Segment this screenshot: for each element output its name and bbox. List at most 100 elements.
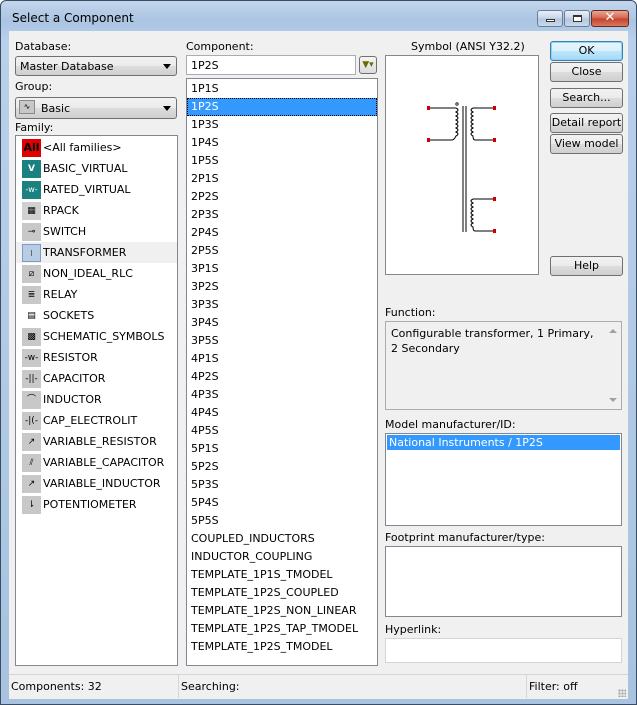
function-textbox[interactable]: Configurable transformer, 1 Primary, 2 S… <box>385 321 622 410</box>
component-item[interactable]: 5P2S <box>187 458 377 476</box>
family-item[interactable]: -|(- CAP_ELECTROLIT <box>16 410 177 431</box>
component-item-label: 1P3S <box>191 118 219 131</box>
family-item[interactable]: ⫽ VARIABLE_CAPACITOR <box>16 452 177 473</box>
component-search-input[interactable]: 1P2S <box>186 55 356 75</box>
switch-icon: ⊸ <box>22 223 41 241</box>
component-item[interactable]: 4P2S <box>187 368 377 386</box>
family-item[interactable]: ⧄ NON_IDEAL_RLC <box>16 263 177 284</box>
component-item[interactable]: TEMPLATE_1P2S_NON_LINEAR <box>187 602 377 620</box>
family-item[interactable]: ▦ RPACK <box>16 200 177 221</box>
hyperlink-field[interactable] <box>385 638 622 663</box>
family-item[interactable]: ⇂ POTENTIOMETER <box>16 494 177 515</box>
filter-button[interactable]: ▼▾ <box>359 56 377 74</box>
family-item[interactable]: -w- RESISTOR <box>16 347 177 368</box>
component-item[interactable]: 1P2S <box>187 98 377 116</box>
component-item[interactable]: 5P3S <box>187 476 377 494</box>
pin-marker <box>427 106 430 110</box>
component-item-label: 5P1S <box>191 442 219 455</box>
component-item-label: 1P1S <box>191 82 219 95</box>
model-list[interactable]: National Instruments / 1P2S <box>385 433 622 526</box>
footprint-list[interactable] <box>385 546 622 617</box>
model-list-item[interactable]: National Instruments / 1P2S <box>387 435 620 450</box>
component-item[interactable]: TEMPLATE_1P2S_TMODEL <box>187 638 377 656</box>
close-window-button[interactable]: ✕ <box>591 10 629 27</box>
component-item[interactable]: 3P1S <box>187 260 377 278</box>
function-scrollbar[interactable] <box>605 322 621 409</box>
component-item[interactable]: TEMPLATE_1P1S_TMODEL <box>187 566 377 584</box>
component-item[interactable]: TEMPLATE_1P2S_TAP_TMODEL <box>187 620 377 638</box>
status-bar: Components: 32 Searching: Filter: off <box>9 674 628 699</box>
pin-marker <box>493 229 496 233</box>
component-item[interactable]: 1P4S <box>187 134 377 152</box>
component-item[interactable]: TEMPLATE_1P2S_COUPLED <box>187 584 377 602</box>
status-searching: Searching: <box>179 675 527 698</box>
component-item[interactable]: 5P4S <box>187 494 377 512</box>
title-bar[interactable]: Select a Component ✕ <box>1 1 636 33</box>
family-item[interactable]: ⌒ INDUCTOR <box>16 389 177 410</box>
component-item[interactable]: 2P4S <box>187 224 377 242</box>
detail-report-button[interactable]: Detail report <box>550 113 623 133</box>
component-item-label: 3P1S <box>191 262 219 275</box>
filter-icon: ▼▾ <box>362 60 374 70</box>
component-item[interactable]: 2P5S <box>187 242 377 260</box>
ok-button[interactable]: OK <box>550 41 623 61</box>
component-item[interactable]: 1P1S <box>187 80 377 98</box>
component-item[interactable]: 1P5S <box>187 152 377 170</box>
component-item[interactable]: 4P3S <box>187 386 377 404</box>
component-item[interactable]: 2P1S <box>187 170 377 188</box>
inductor-icon: ⌒ <box>22 391 41 409</box>
database-label: Database: <box>15 40 72 53</box>
component-item[interactable]: 4P5S <box>187 422 377 440</box>
family-item[interactable]: All <All families> <box>16 137 177 158</box>
component-item[interactable]: 2P3S <box>187 206 377 224</box>
search-button[interactable]: Search... <box>550 88 623 108</box>
sockets-icon: ▤ <box>22 307 41 325</box>
scroll-up-icon[interactable] <box>609 329 617 333</box>
group-select[interactable]: ∿ Basic <box>15 97 177 119</box>
component-item[interactable]: COUPLED_INDUCTORS <box>187 530 377 548</box>
function-text: Configurable transformer, 1 Primary, 2 S… <box>391 327 594 355</box>
component-item-label: TEMPLATE_1P2S_NON_LINEAR <box>191 604 357 617</box>
help-button[interactable]: Help <box>550 256 623 276</box>
family-item[interactable]: ↗ VARIABLE_INDUCTOR <box>16 473 177 494</box>
rpack-icon: ▦ <box>22 202 41 220</box>
database-select[interactable]: Master Database <box>15 56 177 76</box>
component-item[interactable]: 1P3S <box>187 116 377 134</box>
view-model-button[interactable]: View model <box>550 134 623 154</box>
family-item[interactable]: ⧙ TRANSFORMER <box>16 242 177 263</box>
variable-resistor-icon: ↗ <box>22 433 41 451</box>
family-list[interactable]: All <All families> V BASIC_VIRTUAL -w- RATED_… <box>15 135 178 666</box>
family-item[interactable]: ▤ SOCKETS <box>16 305 177 326</box>
component-item-label: 1P5S <box>191 154 219 167</box>
component-item[interactable]: 4P1S <box>187 350 377 368</box>
minimize-button[interactable] <box>537 10 563 27</box>
all-families-icon: All <box>22 139 41 157</box>
component-item[interactable]: INDUCTOR_COUPLING <box>187 548 377 566</box>
component-item[interactable]: 3P2S <box>187 278 377 296</box>
component-item[interactable]: 5P5S <box>187 512 377 530</box>
component-label: Component: <box>186 40 254 53</box>
family-item[interactable]: V BASIC_VIRTUAL <box>16 158 177 179</box>
component-item[interactable]: 5P1S <box>187 440 377 458</box>
family-item[interactable]: ≣ RELAY <box>16 284 177 305</box>
family-item[interactable]: -||- CAPACITOR <box>16 368 177 389</box>
family-item[interactable]: ↗ VARIABLE_RESISTOR <box>16 431 177 452</box>
resize-grip[interactable] <box>618 689 626 697</box>
family-item[interactable]: -w- RATED_VIRTUAL <box>16 179 177 200</box>
component-item-label: 1P4S <box>191 136 219 149</box>
component-item[interactable]: 4P4S <box>187 404 377 422</box>
chevron-down-icon <box>163 106 171 111</box>
family-item[interactable]: ▩ SCHEMATIC_SYMBOLS <box>16 326 177 347</box>
component-item[interactable]: 2P2S <box>187 188 377 206</box>
component-item[interactable]: 3P5S <box>187 332 377 350</box>
component-item-label: 3P5S <box>191 334 219 347</box>
model-item-label: National Instruments / 1P2S <box>389 436 543 449</box>
component-item[interactable]: 3P3S <box>187 296 377 314</box>
scroll-down-icon[interactable] <box>609 398 617 402</box>
maximize-button[interactable] <box>564 10 590 27</box>
component-item[interactable]: 3P4S <box>187 314 377 332</box>
chevron-down-icon <box>163 64 171 69</box>
component-list[interactable]: 1P1S 1P2S 1P3S 1P4S 1P5S 2P1S 2P2S 2P3S 2P4S 2P5S… <box>186 78 378 666</box>
close-button[interactable]: Close <box>550 62 623 82</box>
family-item[interactable]: ⊸ SWITCH <box>16 221 177 242</box>
